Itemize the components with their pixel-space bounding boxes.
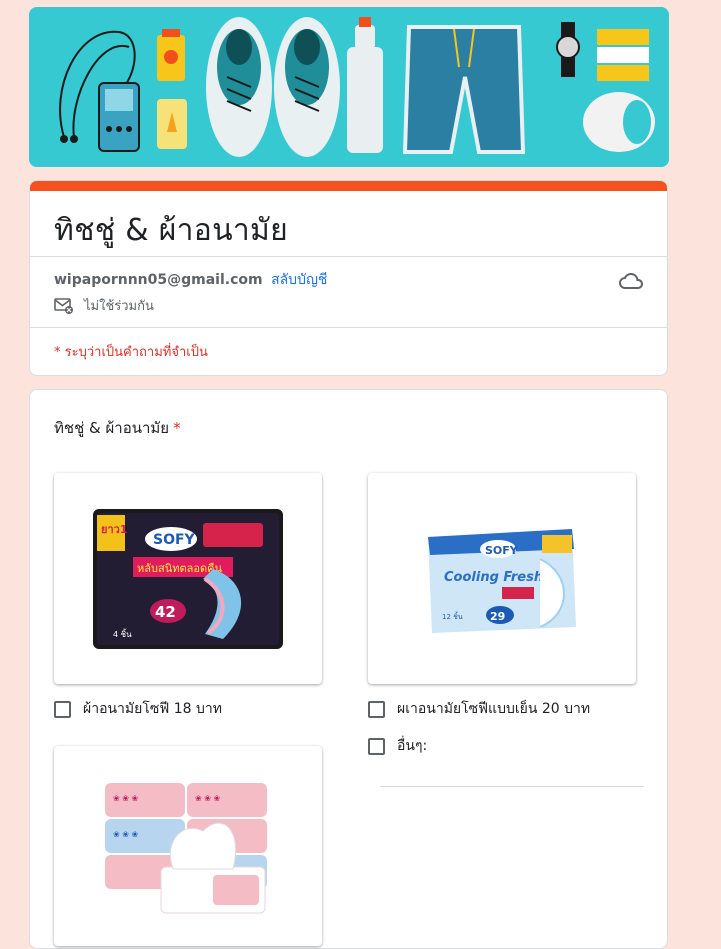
not-shared-row: ไม่ใช้ร่วมกัน [54,295,154,316]
not-shared-text: ไม่ใช้ร่วมกัน [84,299,154,314]
account-row: wipapornnn05@gmail.com สลับบัญชี [54,269,327,291]
question-title-text: ทิชชู่ & ผ้าอนามัย [54,419,170,437]
brand-text: SOFY [485,544,519,557]
option-image-sofy-cooling: SOFY Cooling Fresh 29 12 ชิ้น [368,473,636,684]
pad-count: 4 ชิ้น [113,628,132,639]
form-title: ทิชชู่ & ผ้าอนามัย [54,213,289,248]
badge-text: ยาว1 [101,523,127,536]
tissue-pack-image: ❀ ❀ ❀ ❀ ❀ ❀ ❀ ❀ ❀ [105,783,267,914]
option-sofy-18[interactable]: ผ้าอนามัยโซฟี 18 บาท [54,698,222,720]
header-banner [29,7,669,167]
option-image-sofy-night: ยาว1 SOFY หลับสนิทตลอดคืน 42 4 ชิ้น [54,473,322,684]
sofy-cooling-pack-image: SOFY Cooling Fresh 29 12 ชิ้น [428,528,576,633]
pad-size: 29 [490,610,505,623]
cloud-done-icon[interactable] [619,269,643,293]
mail-off-icon [54,297,73,314]
option-label: ผ้าอนามัยโซฟี 18 บาท [83,701,222,717]
question-card: ทิชชู่ & ผ้าอนามัย * ยาว1 SOFY หลับสนิทตล… [29,389,668,949]
required-star: * [173,419,181,437]
checkbox[interactable] [54,700,71,718]
svg-text:❀ ❀ ❀: ❀ ❀ ❀ [113,794,138,803]
option-label: อื่นๆ: [397,738,428,754]
svg-text:❀ ❀ ❀: ❀ ❀ ❀ [113,830,138,839]
cooling-fresh-text: Cooling Fresh [444,570,543,585]
question-title: ทิชชู่ & ผ้าอนามัย * [54,416,181,440]
switch-account-link[interactable]: สลับบัญชี [271,272,327,288]
option-label: ผเาอนามัยโซฟีแบบเย็น 20 บาท [397,701,591,717]
option-other[interactable]: อื่นๆ: [368,735,427,757]
accent-bar [30,181,667,191]
pad-size: 42 [155,603,176,621]
option-sofy-cooling-20[interactable]: ผเาอนามัยโซฟีแบบเย็น 20 บาท [368,698,590,720]
brand-text: SOFY [153,532,196,548]
checkbox[interactable] [368,737,385,755]
account-email: wipapornnn05@gmail.com [54,272,263,288]
banner-illustration [29,7,669,167]
divider [30,256,667,257]
other-text-input[interactable] [380,786,644,787]
checkbox[interactable] [368,700,385,718]
required-note: * ระบุว่าเป็นคำถามที่จำเป็น [54,345,208,360]
divider [30,327,667,328]
sofy-night-pack-image: ยาว1 SOFY หลับสนิทตลอดคืน 42 4 ชิ้น [93,508,283,649]
form-header-card: ทิชชู่ & ผ้าอนามัย wipapornnn05@gmail.co… [29,180,668,376]
option-image-tissue: ❀ ❀ ❀ ❀ ❀ ❀ ❀ ❀ ❀ [54,746,322,946]
svg-text:❀ ❀ ❀: ❀ ❀ ❀ [195,794,220,803]
